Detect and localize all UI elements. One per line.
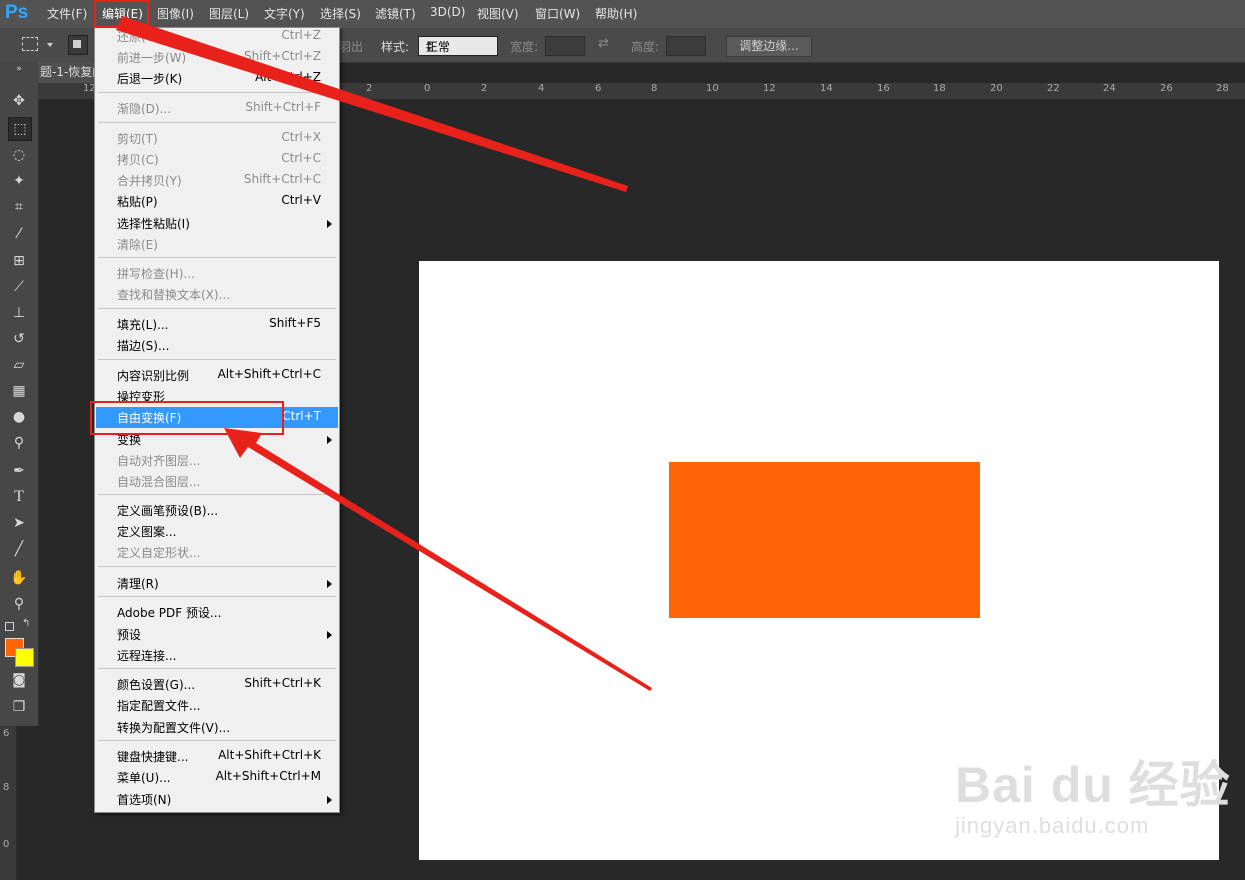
annotation-arrow-bottom [224, 428, 652, 691]
annotation-arrows [116, 16, 652, 691]
annotation-arrow-top [116, 16, 628, 192]
